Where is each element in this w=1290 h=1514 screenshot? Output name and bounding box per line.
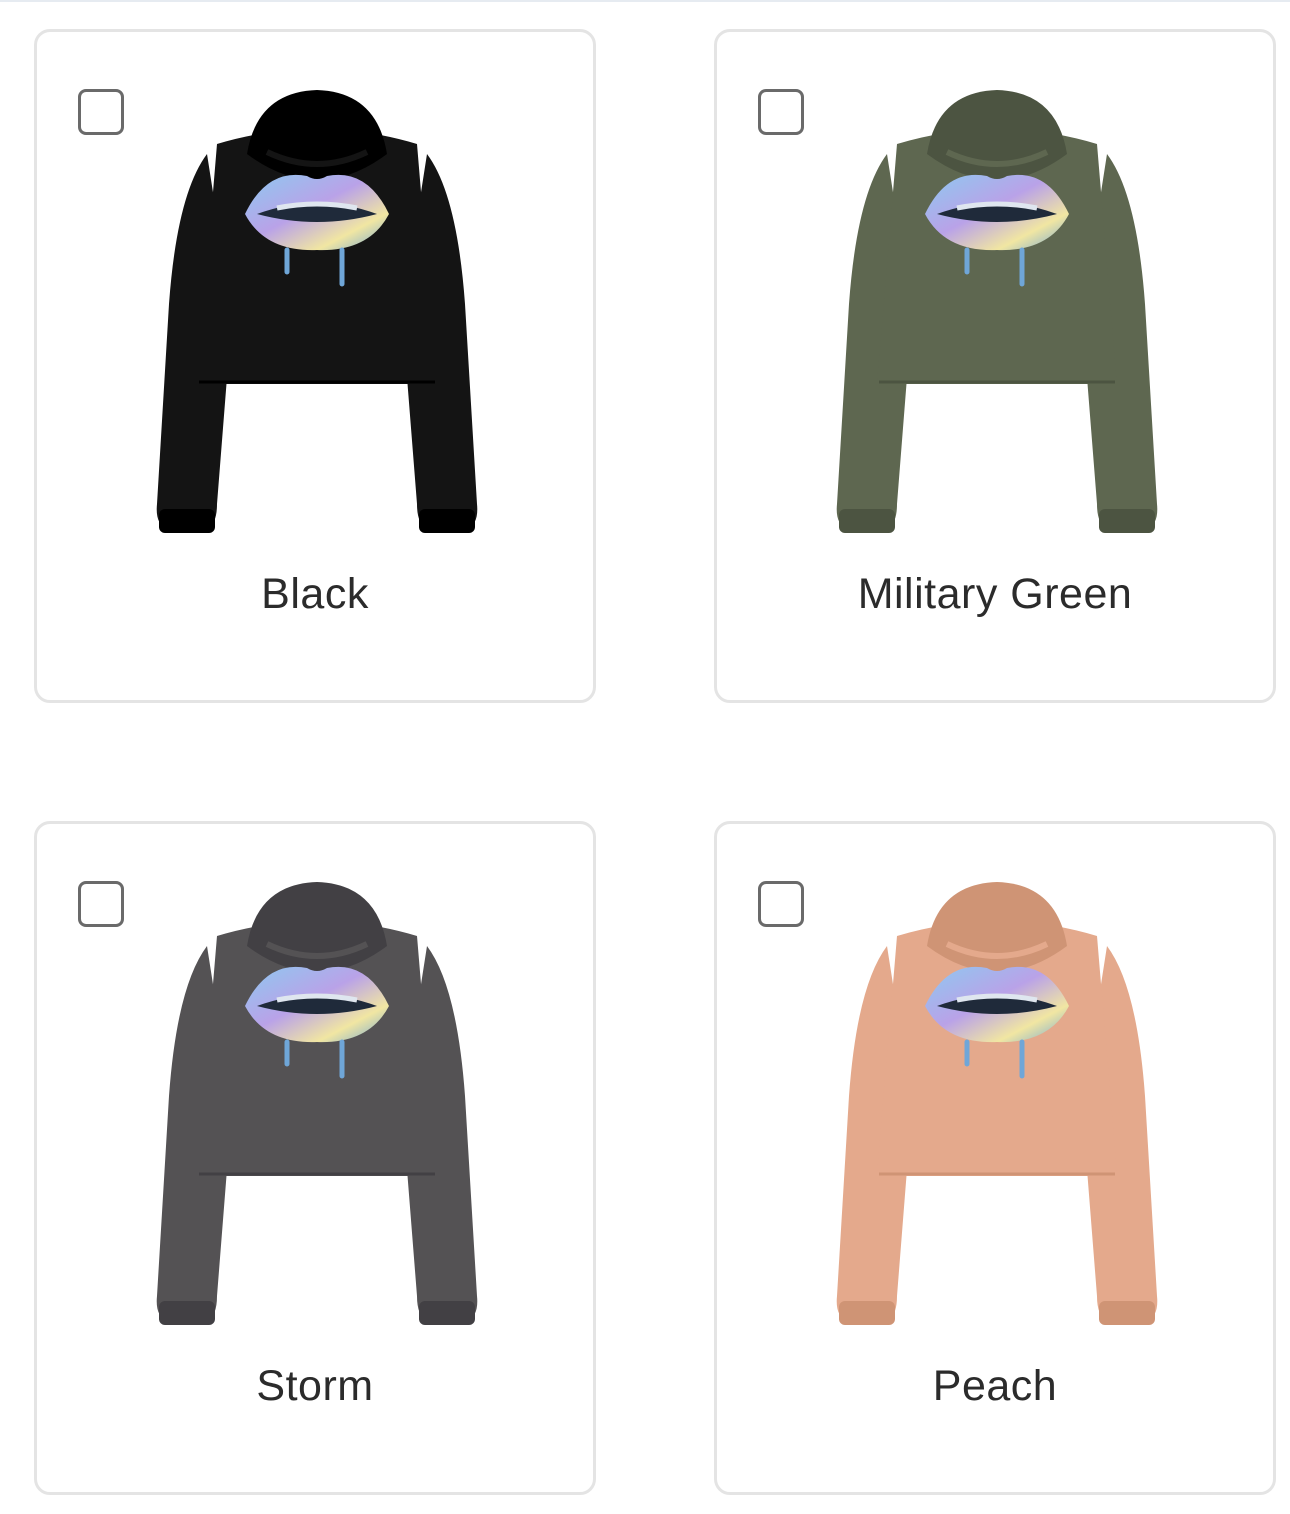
variant-label: Peach	[932, 1362, 1058, 1410]
checkbox-icon[interactable]	[78, 89, 124, 135]
checkbox-icon[interactable]	[758, 881, 804, 927]
variant-label: Storm	[256, 1362, 374, 1410]
variant-card-military-green[interactable]: Military Green	[714, 29, 1276, 703]
variant-card-peach[interactable]: Peach	[714, 821, 1276, 1495]
checkbox-icon[interactable]	[758, 89, 804, 135]
variant-label: Military Green	[857, 570, 1133, 618]
variant-label: Black	[261, 570, 369, 618]
hoodie-image	[817, 876, 1177, 1336]
hoodie-image	[817, 84, 1177, 544]
checkbox-icon[interactable]	[78, 881, 124, 927]
variant-grid: Black Military Green Storm Peach	[0, 0, 1290, 1514]
variant-card-storm[interactable]: Storm	[34, 821, 596, 1495]
variant-card-black[interactable]: Black	[34, 29, 596, 703]
hoodie-image	[137, 876, 497, 1336]
hoodie-image	[137, 84, 497, 544]
